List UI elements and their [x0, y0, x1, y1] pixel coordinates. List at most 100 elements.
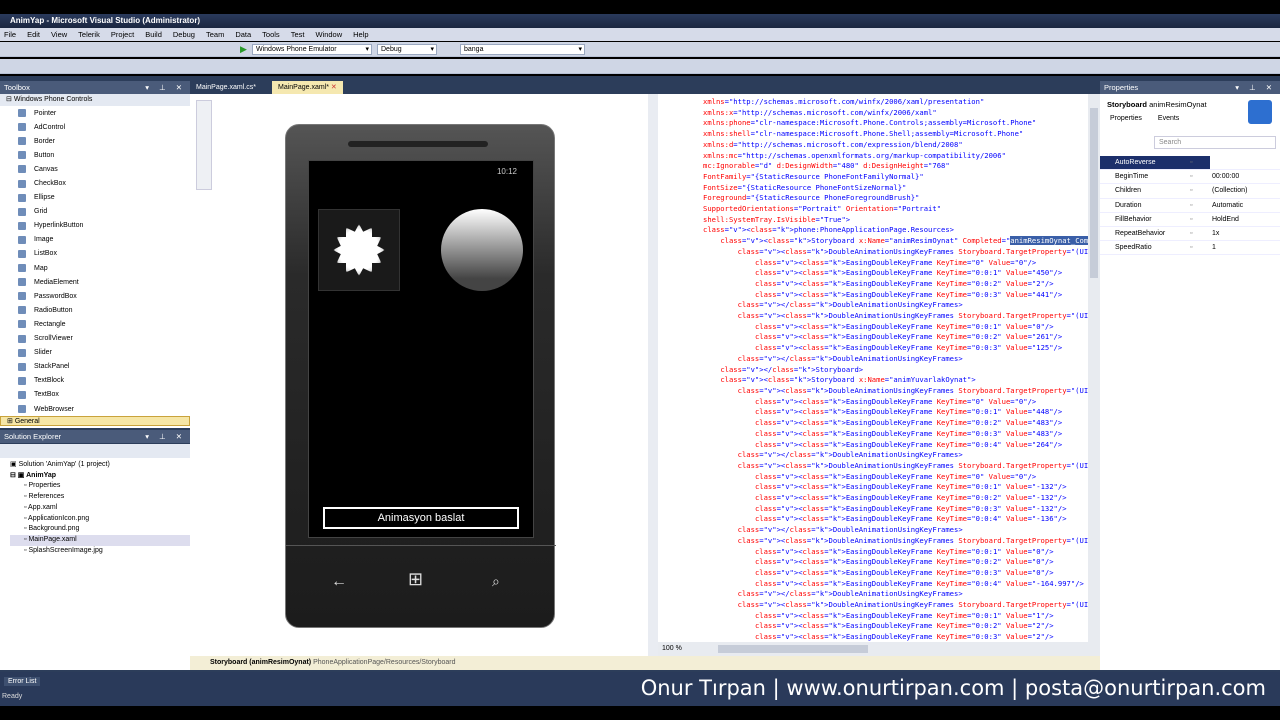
menu-project[interactable]: Project — [111, 28, 134, 41]
toolbox-group-header[interactable]: ⊟ Windows Phone Controls — [0, 94, 190, 106]
property-row-fillbehavior[interactable]: FillBehavior ▫ HoldEnd — [1100, 212, 1280, 227]
code-line[interactable]: class="v"><class="k">EasingDoubleKeyFram… — [703, 493, 1088, 504]
code-line[interactable]: xmlns:phone="clr-namespace:Microsoft.Pho… — [703, 118, 1088, 129]
property-marker-icon[interactable]: ▫ — [1190, 213, 1210, 226]
toolbox-item-border[interactable]: Border — [0, 134, 190, 148]
code-line[interactable]: shell:SystemTray.IsVisible="True"> — [703, 215, 1088, 226]
toolbox-item-adcontrol[interactable]: AdControl — [0, 120, 190, 134]
code-line[interactable]: Foreground="{StaticResource PhoneForegro… — [703, 193, 1088, 204]
property-marker-icon[interactable]: ▫ — [1190, 227, 1210, 240]
code-line[interactable]: class="v"><class="k">EasingDoubleKeyFram… — [703, 504, 1088, 515]
menu-team[interactable]: Team — [206, 28, 224, 41]
code-line[interactable]: class="v"><class="k">EasingDoubleKeyFram… — [703, 332, 1088, 343]
code-line[interactable]: class="v"><class="k">EasingDoubleKeyFram… — [703, 611, 1088, 622]
menu-edit[interactable]: Edit — [27, 28, 40, 41]
code-line[interactable]: class="v"><class="k">DoubleAnimationUsin… — [703, 536, 1088, 547]
property-search-input[interactable]: Search — [1154, 136, 1276, 149]
code-line[interactable]: class="v"><class="k">EasingDoubleKeyFram… — [703, 472, 1088, 483]
property-row-speedratio[interactable]: SpeedRatio ▫ 1 — [1100, 241, 1280, 256]
toolbox-item-pointer[interactable]: Pointer — [0, 106, 190, 120]
code-line[interactable]: class="v"><class="k">EasingDoubleKeyFram… — [703, 440, 1088, 451]
tree-item[interactable]: ▫ ApplicationIcon.png — [10, 514, 190, 525]
code-line[interactable]: xmlns="http://schemas.microsoft.com/winf… — [703, 97, 1088, 108]
tree-item[interactable]: ▫ MainPage.xaml — [10, 534, 190, 546]
tree-item[interactable]: ▫ References — [10, 492, 190, 503]
code-line[interactable]: class="v"><class="k">DoubleAnimationUsin… — [703, 600, 1088, 611]
toolbox-item-map[interactable]: Map — [0, 261, 190, 275]
property-row-duration[interactable]: Duration ▫ Automatic — [1100, 198, 1280, 213]
toolbox-item-textbox[interactable]: TextBox — [0, 388, 190, 402]
code-line[interactable]: xmlns:x="http://schemas.microsoft.com/wi… — [703, 108, 1088, 119]
tab-events[interactable]: Events — [1158, 115, 1179, 122]
code-line[interactable]: class="v"><class="k">Storyboard x:Name="… — [703, 375, 1088, 386]
property-marker-icon[interactable]: ▫ — [1190, 184, 1210, 197]
code-line[interactable]: class="v"><class="k">EasingDoubleKeyFram… — [703, 547, 1088, 558]
property-marker-icon[interactable]: ▫ — [1190, 199, 1210, 212]
toolbox-item-rectangle[interactable]: Rectangle — [0, 317, 190, 331]
panel-controls[interactable]: ▾ ⊥ ✕ — [145, 430, 186, 443]
property-row-autoreverse[interactable]: AutoReverse ▫ — [1100, 156, 1280, 171]
code-line[interactable]: class="v"><class="k">EasingDoubleKeyFram… — [703, 290, 1088, 301]
code-line[interactable]: class="v"><class="k">DoubleAnimationUsin… — [703, 247, 1088, 258]
toolbox-item-image[interactable]: Image — [0, 233, 190, 247]
code-line[interactable]: FontSize="{StaticResource PhoneFontSizeN… — [703, 183, 1088, 194]
menu-build[interactable]: Build — [145, 28, 162, 41]
code-line[interactable]: xmlns:mc="http://schemas.openxmlformats.… — [703, 151, 1088, 162]
code-line[interactable]: class="v"><class="k">EasingDoubleKeyFram… — [703, 632, 1088, 642]
code-line[interactable]: class="v"></class="k">Storyboard> — [703, 365, 1088, 376]
code-line[interactable]: class="v"><class="k">EasingDoubleKeyFram… — [703, 568, 1088, 579]
tree-item[interactable]: ▫ Background.png — [10, 524, 190, 535]
code-line[interactable]: class="v"><class="k">EasingDoubleKeyFram… — [703, 514, 1088, 525]
toolbox-group-general[interactable]: ⊞ General — [0, 416, 190, 427]
toolbox-item-slider[interactable]: Slider — [0, 346, 190, 360]
find-combo[interactable]: banga — [460, 44, 585, 55]
toolbox-item-mediaelement[interactable]: MediaElement — [0, 275, 190, 289]
code-line[interactable]: class="v"><class="k">EasingDoubleKeyFram… — [703, 279, 1088, 290]
code-line[interactable]: class="v"><class="k">EasingDoubleKeyFram… — [703, 557, 1088, 568]
code-line[interactable]: class="v"><class="k">EasingDoubleKeyFram… — [703, 397, 1088, 408]
tree-solution[interactable]: ▣ Solution 'AnimYap' (1 project) — [10, 460, 190, 471]
property-row-children[interactable]: Children ▫ (Collection) — [1100, 184, 1280, 199]
code-line[interactable]: mc:Ignorable="d" d:DesignWidth="480" d:D… — [703, 161, 1088, 172]
property-marker-icon[interactable]: ▫ — [1190, 170, 1210, 183]
element-path[interactable]: PhoneApplicationPage/Resources/Storyboar… — [313, 659, 455, 666]
code-line[interactable]: class="v"><class="k">EasingDoubleKeyFram… — [703, 482, 1088, 493]
code-line[interactable]: class="v"><class="k">EasingDoubleKeyFram… — [703, 268, 1088, 279]
code-line[interactable]: class="v"></class="k">DoubleAnimationUsi… — [703, 525, 1088, 536]
code-line[interactable]: class="v"><class="k">DoubleAnimationUsin… — [703, 461, 1088, 472]
image-element[interactable] — [318, 209, 400, 291]
toolbox-item-scrollviewer[interactable]: ScrollViewer — [0, 332, 190, 346]
tab-mainpage-xaml[interactable]: MainPage.xaml* ✕ — [272, 81, 343, 94]
code-line[interactable]: class="v"><class="k">EasingDoubleKeyFram… — [703, 258, 1088, 269]
panel-controls[interactable]: ▾ ⊥ ✕ — [1235, 81, 1276, 94]
code-line[interactable]: class="v"><class="k">EasingDoubleKeyFram… — [703, 429, 1088, 440]
code-line[interactable]: FontFamily="{StaticResource PhoneFontFam… — [703, 172, 1088, 183]
vertical-scrollbar[interactable] — [1088, 94, 1100, 642]
toolbox-item-passwordbox[interactable]: PasswordBox — [0, 289, 190, 303]
toolbox-item-grid[interactable]: Grid — [0, 205, 190, 219]
code-line[interactable]: class="v"><class="k">Storyboard x:Name="… — [703, 236, 1088, 247]
property-marker-icon[interactable]: ▫ — [1190, 156, 1210, 169]
code-line[interactable]: class="v"><class="k">EasingDoubleKeyFram… — [703, 407, 1088, 418]
toolbox-item-webbrowser[interactable]: WebBrowser — [0, 402, 190, 416]
menu-view[interactable]: View — [51, 28, 67, 41]
code-line[interactable]: class="v"><class="k">DoubleAnimationUsin… — [703, 311, 1088, 322]
split-bar[interactable] — [648, 94, 658, 656]
property-row-begintime[interactable]: BeginTime ▫ 00:00:00 — [1100, 170, 1280, 185]
property-row-repeatbehavior[interactable]: RepeatBehavior ▫ 1x — [1100, 226, 1280, 242]
zoom-slider[interactable] — [196, 100, 212, 190]
tree-item[interactable]: ▫ Properties — [10, 481, 190, 492]
error-list-tab[interactable]: Error List — [4, 677, 41, 686]
toolbox-item-button[interactable]: Button — [0, 148, 190, 162]
toolbox-item-textblock[interactable]: TextBlock — [0, 374, 190, 388]
tree-item[interactable]: ▫ SplashScreenImage.jpg — [10, 546, 190, 557]
code-line[interactable]: xmlns:shell="clr-namespace:Microsoft.Pho… — [703, 129, 1088, 140]
menu-test[interactable]: Test — [291, 28, 305, 41]
xaml-editor[interactable]: xmlns="http://schemas.microsoft.com/winf… — [658, 94, 1088, 642]
close-tab-icon[interactable]: ✕ — [331, 84, 337, 91]
configuration-select[interactable]: Debug — [377, 44, 437, 55]
menu-data[interactable]: Data — [235, 28, 251, 41]
toolbox-item-canvas[interactable]: Canvas — [0, 162, 190, 176]
property-marker-icon[interactable]: ▫ — [1190, 241, 1210, 254]
tab-properties[interactable]: Properties — [1110, 115, 1142, 122]
